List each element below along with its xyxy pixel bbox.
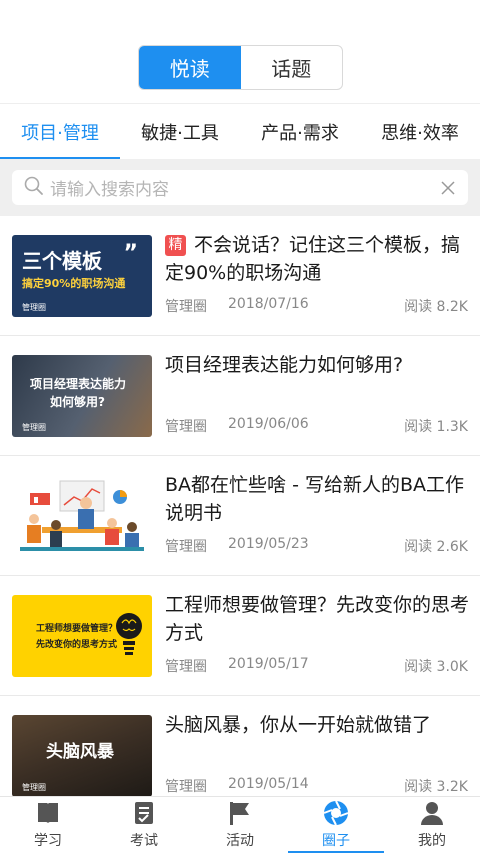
thumb-subline: 如何够用?: [50, 395, 105, 409]
bottom-tab-bar: 学习 考试 活动 圈子 我的: [0, 796, 480, 853]
tab-project-management[interactable]: 项目·管理: [0, 104, 120, 160]
article-source: 管理圈: [165, 779, 207, 795]
article-title: 工程师想要做管理？先改变你的思考方式: [165, 591, 470, 647]
article-source: 管理圈: [165, 419, 207, 435]
article-date: 2019/06/06: [228, 416, 309, 432]
article-thumbnail: 项目经理表达能力 如何够用? 管理圈: [12, 355, 152, 437]
exam-icon: [135, 802, 153, 824]
close-icon[interactable]: [428, 170, 468, 205]
article-title: 头脑风暴，你从一开始就做错了: [165, 711, 470, 739]
flag-icon: [230, 802, 249, 825]
category-tabs: 项目·管理 敏捷·工具 产品·需求 思维·效率: [0, 103, 480, 160]
search-placeholder: 请输入搜索内容: [50, 180, 169, 200]
article-source: 管理圈: [165, 539, 207, 555]
tabbar-label: 圈子: [322, 833, 350, 849]
thumb-headline: 项目经理表达能力: [30, 377, 127, 391]
thumb-subline: 先改变你的思考方式: [36, 640, 118, 650]
thumb-headline: 工程师想要做管理？: [36, 624, 118, 634]
segment-huati[interactable]: 话题: [241, 46, 343, 89]
tabbar-label: 考试: [130, 833, 158, 849]
thumb-headline: 头脑风暴: [46, 742, 114, 762]
article-title: BA都在忙些啥 - 写给新人的BA工作说明书: [165, 471, 470, 527]
tabbar-mine[interactable]: 我的: [384, 797, 480, 853]
article-reads: 阅读 3.2K: [404, 779, 468, 795]
article-source: 管理圈: [165, 659, 207, 675]
thumb-subline: 搞定90%的职场沟通: [22, 277, 126, 290]
search-icon: [24, 176, 44, 200]
article-reads: 阅读 1.3K: [404, 419, 468, 435]
article-reads: 阅读 3.0K: [404, 659, 468, 675]
article-item[interactable]: 工程师想要做管理？ 先改变你的思考方式 工程师想要做管理？先改变你的思考方式 管…: [0, 576, 480, 696]
article-thumbnail: 头脑风暴 管理圈: [12, 715, 152, 797]
lightbulb-icon: [116, 613, 142, 655]
article-title: 精不会说话？记住这三个模板，搞定90%的职场沟通: [165, 231, 470, 287]
tab-thinking-efficiency[interactable]: 思维·效率: [360, 104, 480, 160]
article-item[interactable]: BA都在忙些啥 - 写给新人的BA工作说明书 管理圈 2019/05/23 阅读…: [0, 456, 480, 576]
article-list: 三个模板 ” 搞定90%的职场沟通 管理圈 精不会说话？记住这三个模板，搞定90…: [0, 216, 480, 816]
article-title-text: BA都在忙些啥 - 写给新人的BA工作说明书: [165, 474, 465, 524]
search-input[interactable]: 请输入搜索内容: [12, 170, 468, 205]
article-title-text: 不会说话？记住这三个模板，搞定90%的职场沟通: [165, 234, 461, 284]
article-thumbnail: 工程师想要做管理？ 先改变你的思考方式: [12, 595, 152, 677]
meeting-illustration: [20, 480, 144, 551]
featured-badge: 精: [165, 235, 186, 256]
article-date: 2019/05/23: [228, 536, 309, 552]
article-item[interactable]: 项目经理表达能力 如何够用? 管理圈 项目经理表达能力如何够用? 管理圈 201…: [0, 336, 480, 456]
article-title: 项目经理表达能力如何够用?: [165, 351, 470, 379]
article-title-text: 工程师想要做管理？先改变你的思考方式: [165, 594, 470, 644]
book-icon: [38, 803, 58, 823]
article-title-text: 项目经理表达能力如何够用?: [165, 354, 404, 376]
person-icon: [421, 802, 443, 825]
article-reads: 阅读 8.2K: [404, 299, 468, 315]
segment-yuedu[interactable]: 悦读: [139, 46, 241, 89]
thumb-brand: 管理圈: [22, 783, 46, 792]
aperture-icon: [323, 800, 349, 826]
tab-agile-tools[interactable]: 敏捷·工具: [120, 104, 240, 160]
tabbar-label: 学习: [34, 833, 62, 849]
tabbar-circle[interactable]: 圈子: [288, 797, 384, 853]
tabbar-label: 我的: [418, 833, 446, 849]
quote-icon: ”: [123, 241, 138, 266]
article-item[interactable]: 三个模板 ” 搞定90%的职场沟通 管理圈 精不会说话？记住这三个模板，搞定90…: [0, 216, 480, 336]
tabbar-exam[interactable]: 考试: [96, 797, 192, 853]
article-date: 2019/05/17: [228, 656, 309, 672]
article-thumbnail: [12, 475, 152, 557]
article-date: 2019/05/14: [228, 776, 309, 792]
article-title-text: 头脑风暴，你从一开始就做错了: [165, 714, 432, 736]
search-bar: 请输入搜索内容: [0, 159, 480, 216]
article-source: 管理圈: [165, 299, 207, 315]
tab-product-requirements[interactable]: 产品·需求: [240, 104, 360, 160]
thumb-brand: 管理圈: [22, 423, 46, 432]
thumb-brand: 管理圈: [22, 303, 46, 312]
tabbar-activity[interactable]: 活动: [192, 797, 288, 853]
article-reads: 阅读 2.6K: [404, 539, 468, 555]
tabbar-label: 活动: [226, 833, 254, 849]
tabbar-study[interactable]: 学习: [0, 797, 96, 853]
segmented-control: 悦读 话题: [138, 45, 343, 90]
article-thumbnail: 三个模板 ” 搞定90%的职场沟通 管理圈: [12, 235, 152, 317]
article-date: 2018/07/16: [228, 296, 309, 312]
thumb-headline: 三个模板: [22, 249, 102, 273]
